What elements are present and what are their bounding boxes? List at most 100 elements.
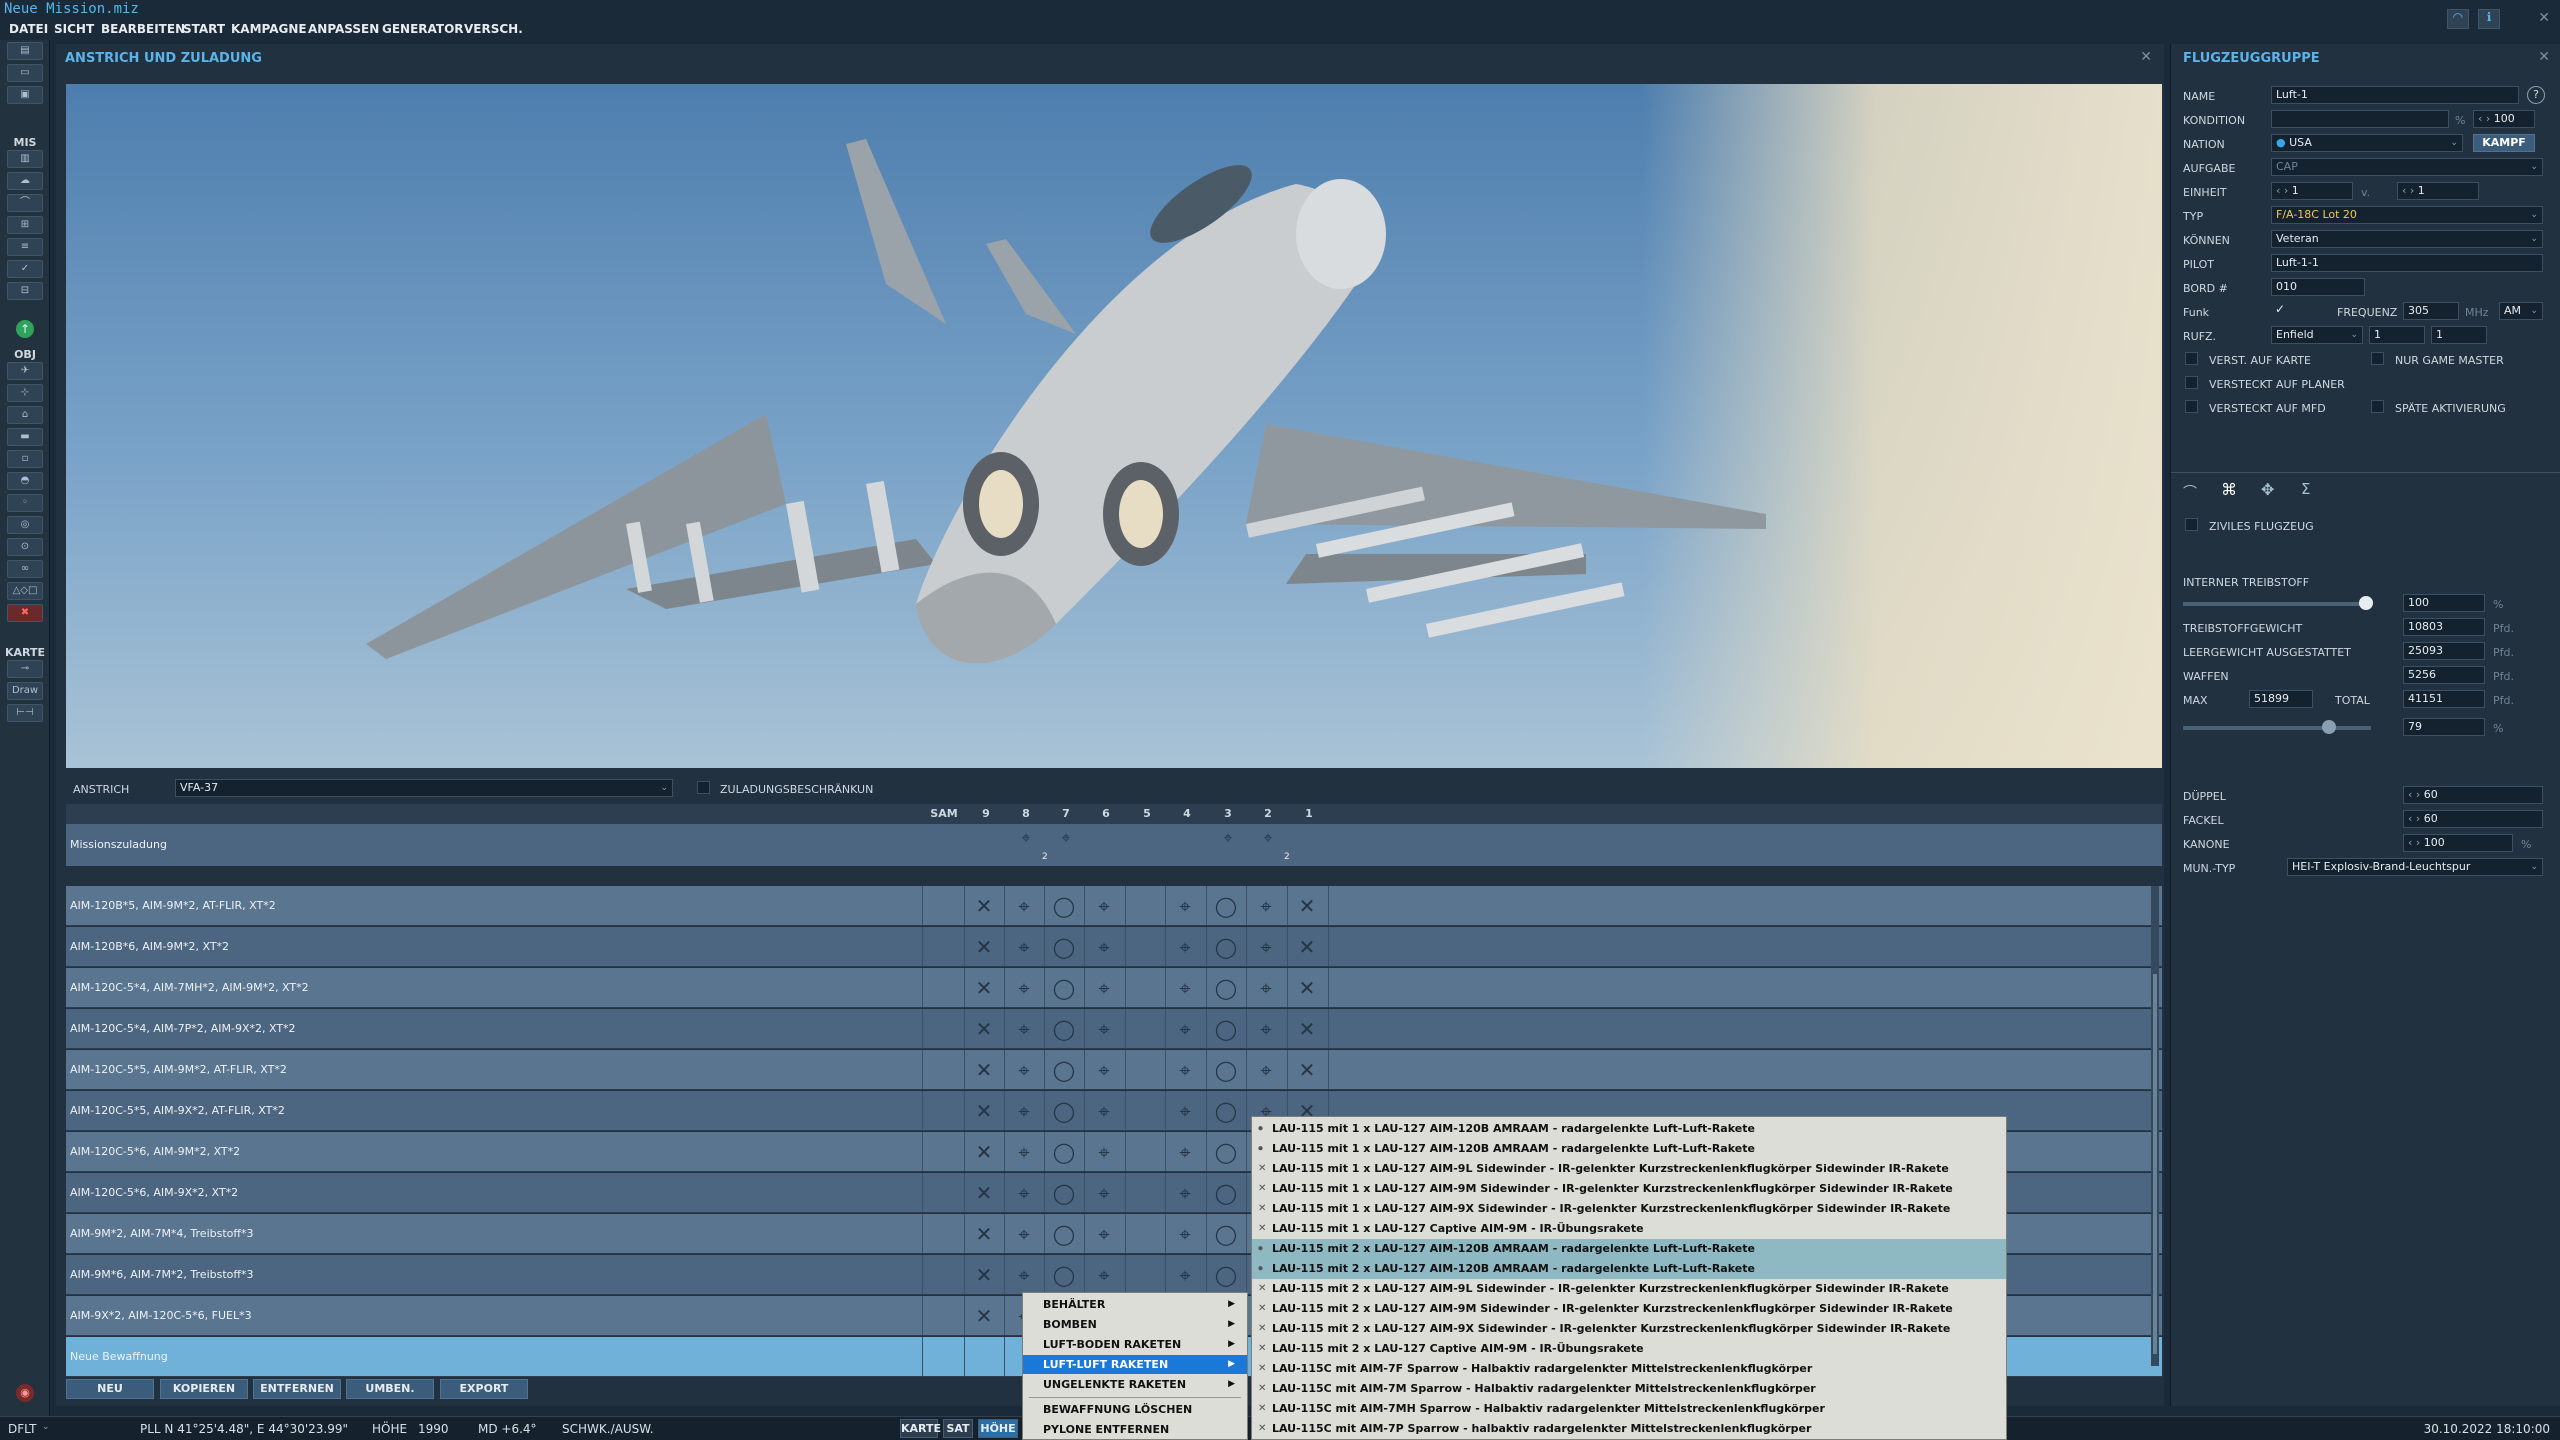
helicopter-icon[interactable]: ⊹ [7, 384, 43, 402]
table-row[interactable]: AIM-120C-5*4, AIM-7P*2, AIM-9X*2, XT*2 ✕ ⌖… [66, 1009, 2162, 1049]
callsign-a-input[interactable]: 1 [2369, 326, 2425, 344]
map-button[interactable]: KARTE [900, 1419, 941, 1438]
kondition-input[interactable]: ‹ › 100 [2473, 110, 2535, 128]
panel-close-icon[interactable]: ✕ [2140, 49, 2152, 65]
ruler-icon[interactable]: ⊢⊣ [7, 704, 43, 722]
pylon-weapon-icon[interactable]: ◯ [1206, 1132, 1246, 1172]
pylon-weapon-icon[interactable]: ⌖ [1165, 1091, 1205, 1131]
pylon-weapon-icon[interactable]: ⌖ [1165, 886, 1205, 926]
submenu-item[interactable]: ⦁ LAU-115 mit 2 x LAU-127 AIM-120B AMRAAM… [1252, 1259, 2006, 1279]
new-file-icon[interactable]: ▤ [7, 42, 43, 60]
gm-only-checkbox[interactable] [2371, 352, 2384, 365]
vehicle-icon[interactable]: ▬ [7, 428, 43, 446]
gun-input[interactable]: ‹ › 100 [2403, 834, 2513, 852]
pylon-weapon-icon[interactable]: ⌖ [1084, 968, 1124, 1008]
table-row[interactable]: AIM-120B*5, AIM-9M*2, AT-FLIR, XT*2 ✕ ⌖ ◯ ⌖ ⌖… [66, 886, 2162, 926]
pylon-weapon-icon[interactable]: ⌖ [1165, 1132, 1205, 1172]
submenu-item[interactable]: ✕ LAU-115C mit AIM-7M Sparrow - Halbaktiv… [1252, 1379, 2006, 1399]
info-icon[interactable]: ℹ [2478, 9, 2500, 29]
pylon-weapon-icon[interactable]: ◯ [1044, 1214, 1084, 1254]
pylon-weapon-icon[interactable]: ✕ [964, 1173, 1004, 1213]
pylon-weapon-icon[interactable]: ⌖ [1004, 1009, 1044, 1049]
pylon-weapon-icon[interactable]: ⌖ [1004, 886, 1044, 926]
pylon-weapon-icon[interactable]: ◯ [1206, 1091, 1246, 1131]
submenu-item[interactable]: ✕ LAU-115 mit 1 x LAU-127 AIM-9M Sidewind… [1252, 1179, 2006, 1199]
menu-pods[interactable]: BEHÄLTER ▶ [1023, 1295, 1247, 1314]
pylon-weapon-icon[interactable]: ◯ [1206, 886, 1246, 926]
pylon-weapon-icon[interactable]: ✕ [1287, 927, 1327, 967]
pylon-weapon-icon[interactable]: ⌖ [1165, 1173, 1205, 1213]
pylon-weapon-icon[interactable]: ⌖ [1004, 1173, 1044, 1213]
board-input[interactable]: 010 [2271, 278, 2365, 296]
save-icon[interactable]: ▣ [7, 86, 43, 104]
pylon-weapon-icon[interactable]: ⌖ [1165, 1009, 1205, 1049]
pylon-weapon-icon[interactable]: ⌖ [1004, 1214, 1044, 1254]
shapes-icon[interactable]: △◇□ [7, 582, 43, 600]
pylon-weapon-icon[interactable]: ⌖ [1165, 927, 1205, 967]
check-icon[interactable]: ✓ [7, 260, 43, 278]
pylon-weapon-icon[interactable]: ✕ [1287, 886, 1327, 926]
hidden-map-checkbox[interactable] [2185, 352, 2198, 365]
copy-button[interactable]: KOPIEREN [160, 1379, 248, 1399]
mission-loadout-row[interactable]: Missionszuladung ⌖ 2 ⌖ ⌖ ⌖ 2 [66, 824, 2162, 866]
stop-icon[interactable]: ◉ [16, 1384, 34, 1402]
static-icon[interactable]: ▫ [7, 450, 43, 468]
submenu-item[interactable]: ✕ LAU-115C mit AIM-7MH Sparrow - Halbakti… [1252, 1399, 2006, 1419]
pylon-weapon-icon[interactable]: ◯ [1044, 886, 1084, 926]
pylon-weapon-icon[interactable]: ✕ [1287, 1050, 1327, 1090]
route-icon[interactable]: ⌒ [7, 194, 43, 212]
unit-index-input[interactable]: ‹ › 1 [2271, 182, 2353, 200]
export-button[interactable]: EXPORT [440, 1379, 528, 1399]
pylon-weapon-icon[interactable]: ◯ [1044, 1091, 1084, 1131]
draw-button[interactable]: Draw [7, 682, 43, 700]
menu-bombs[interactable]: BOMBEN ▶ [1023, 1315, 1247, 1334]
menu-kampagne[interactable]: KAMPAGNE [231, 22, 307, 36]
menu-sicht[interactable]: SICHT [54, 22, 94, 36]
pylon-weapon-icon[interactable]: ⌖ [1246, 1009, 1286, 1049]
submenu-item[interactable]: ✕ LAU-115 mit 1 x LAU-127 AIM-9X Sidewind… [1252, 1199, 2006, 1219]
pylon-weapon-icon[interactable]: ◯ [1044, 968, 1084, 1008]
briefing-icon[interactable]: ▥ [7, 150, 43, 168]
pylon-weapon-icon[interactable]: ⌖ [1084, 1132, 1124, 1172]
pylon-weapon-icon[interactable]: ⌖ [1165, 1050, 1205, 1090]
pylon-weapon-icon[interactable]: ✕ [964, 1255, 1004, 1295]
pylon-weapon-icon[interactable]: ⌖ [1084, 1091, 1124, 1131]
submenu-item[interactable]: ⦁ LAU-115 mit 1 x LAU-127 AIM-120B AMRAAM… [1252, 1139, 2006, 1159]
fuel-pct-input[interactable]: 100 [2403, 594, 2485, 612]
submenu-item[interactable]: ⦁ LAU-115 mit 1 x LAU-127 AIM-120B AMRAAM… [1252, 1119, 2006, 1139]
pylon-weapon-icon[interactable]: ⌖ [1246, 927, 1286, 967]
submenu-item[interactable]: ✕ LAU-115 mit 2 x LAU-127 AIM-9M Sidewind… [1252, 1299, 2006, 1319]
aircraft-tab-icon[interactable]: ✥ [2261, 480, 2274, 499]
pylon-weapon-icon[interactable]: ⌖ [1165, 968, 1205, 1008]
wifi-icon[interactable]: ◠ [2446, 9, 2469, 29]
callsign-select[interactable]: Enfield ⌄ [2271, 326, 2363, 344]
submenu-item[interactable]: ✕ LAU-115C mit AIM-7P Sparrow - halbaktiv… [1252, 1419, 2006, 1439]
menu-remove-pylons[interactable]: PYLONE ENTFERNEN [1023, 1420, 1247, 1439]
delete-icon[interactable]: ✖ [7, 604, 43, 622]
pylon-weapon-icon[interactable]: ✕ [964, 1132, 1004, 1172]
menu-unguided[interactable]: UNGELENKTE RAKETEN ▶ [1023, 1375, 1247, 1394]
pylon-weapon-icon[interactable]: ⌖ [1004, 927, 1044, 967]
pylon-weapon-icon[interactable]: ⌖ [1084, 1214, 1124, 1254]
radio-check-icon[interactable]: ✓ [2275, 302, 2285, 316]
pylon-weapon-icon[interactable]: ✕ [964, 1050, 1004, 1090]
pylon-weapon-icon[interactable]: ✕ [964, 1214, 1004, 1254]
late-activation-checkbox[interactable] [2371, 400, 2384, 413]
kondition-field[interactable] [2271, 110, 2449, 128]
pylon-weapon-icon[interactable]: ⌖ [1165, 1255, 1205, 1295]
pylon-weapon-icon[interactable]: ⌖ [1004, 1050, 1044, 1090]
help-icon[interactable]: ? [2527, 86, 2545, 104]
trigger-icon[interactable]: ⊞ [7, 216, 43, 234]
pylon-weapon-icon[interactable]: ⌖ [1004, 1255, 1044, 1295]
pylon-weapon-icon[interactable]: ⌖ [1004, 968, 1044, 1008]
pylon-weapon-icon[interactable]: ⌖ [1084, 1255, 1124, 1295]
loadout-tab-icon[interactable]: ⌘ [2221, 480, 2237, 499]
civil-checkbox[interactable] [2185, 518, 2198, 531]
group-close-icon[interactable]: ✕ [2538, 49, 2550, 65]
pylon-weapon-icon[interactable]: ⌖ [1084, 1009, 1124, 1049]
pylon-weapon-icon[interactable]: ◯ [1044, 1173, 1084, 1213]
new-button[interactable]: NEU [66, 1379, 154, 1399]
modulation-select[interactable]: AM ⌄ [2499, 302, 2543, 320]
hidden-mfd-checkbox[interactable] [2185, 400, 2198, 413]
pylon-weapon-icon[interactable]: ◯ [1044, 927, 1084, 967]
